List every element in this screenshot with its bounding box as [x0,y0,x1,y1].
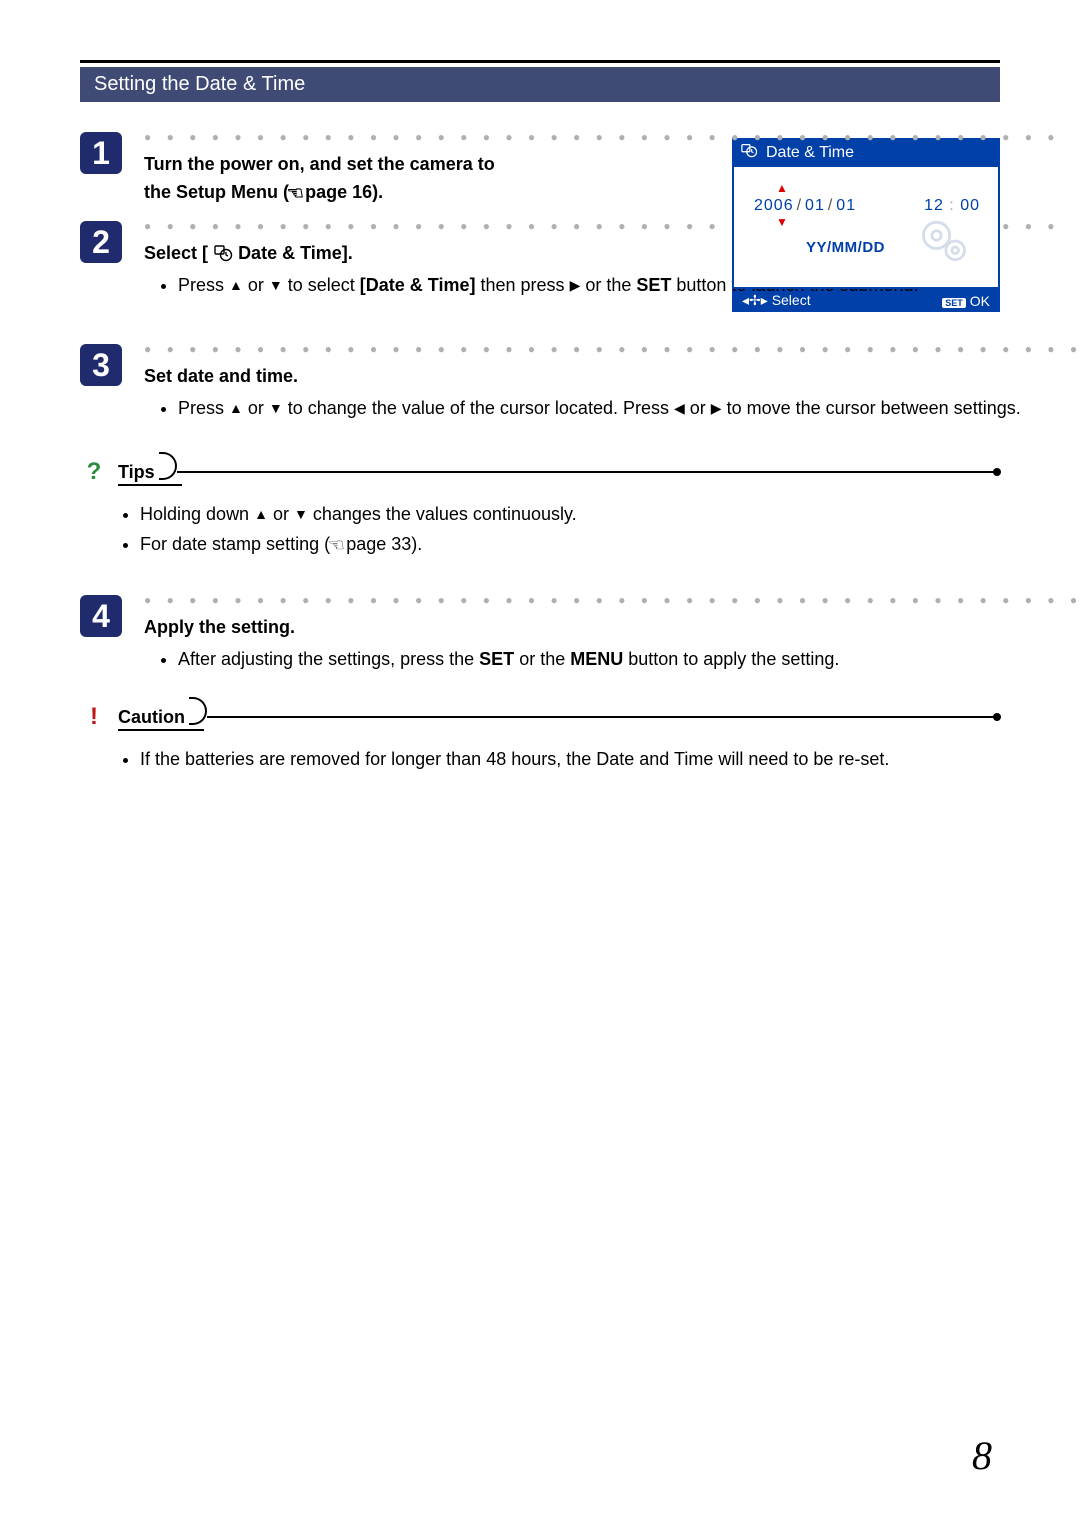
down-arrow-icon: ▼ [776,215,788,229]
page-number: 8 [972,1432,992,1479]
step-3-badge: 3 [80,344,122,386]
right-arrow-icon: ▶ [711,394,722,422]
step-3-heading: Set date and time. [144,362,1080,390]
caution-icon: ! [80,703,108,731]
page-ref-icon: ☞ [330,531,346,559]
gear-icon [916,213,972,269]
up-arrow-icon: ▲ [229,394,243,422]
tips-label: Tips [108,462,161,483]
divider-dots: ● ● ● ● ● ● ● ● ● ● ● ● ● ● ● ● ● ● ● ● … [144,132,1061,142]
step-2-badge: 2 [80,221,122,263]
lcd-date-format: YY/MM/DD [806,239,885,256]
right-arrow-icon: ▶ [570,271,581,299]
up-arrow-icon: ▲ [776,181,788,195]
step-3-detail: Press ▲ or ▼ to change the value of the … [144,394,1080,422]
down-arrow-icon: ▼ [269,271,283,299]
tips-icon: ? [80,458,108,486]
step-4-detail: After adjusting the settings, press the … [144,645,1080,673]
clock-menu-icon [208,243,238,263]
divider-dots: ● ● ● ● ● ● ● ● ● ● ● ● ● ● ● ● ● ● ● ● … [144,595,1080,605]
left-arrow-icon: ◀ [674,394,685,422]
up-arrow-icon: ▲ [254,500,268,528]
up-arrow-icon: ▲ [229,271,243,299]
page-ref-icon: ☞ [289,179,305,207]
tips-item: Holding down ▲ or ▼ changes the values c… [140,500,1000,528]
step-1-badge: 1 [80,132,122,174]
caution-callout: ! Caution If the batteries are removed f… [80,703,1000,773]
lcd-date: 2006/01/01 [754,197,856,215]
tips-item: For date stamp setting (☞page 33). [140,530,1000,559]
section-title: Setting the Date & Time [80,67,1000,102]
step-4-heading: Apply the setting. [144,613,1080,641]
step-4-badge: 4 [80,595,122,637]
down-arrow-icon: ▼ [269,394,283,422]
down-arrow-icon: ▼ [294,500,308,528]
tips-callout: ? Tips Holding down ▲ or ▼ changes the v… [80,458,1000,559]
caution-item: If the batteries are removed for longer … [140,745,1000,773]
caution-label: Caution [108,707,191,728]
divider-dots: ● ● ● ● ● ● ● ● ● ● ● ● ● ● ● ● ● ● ● ● … [144,344,1080,354]
